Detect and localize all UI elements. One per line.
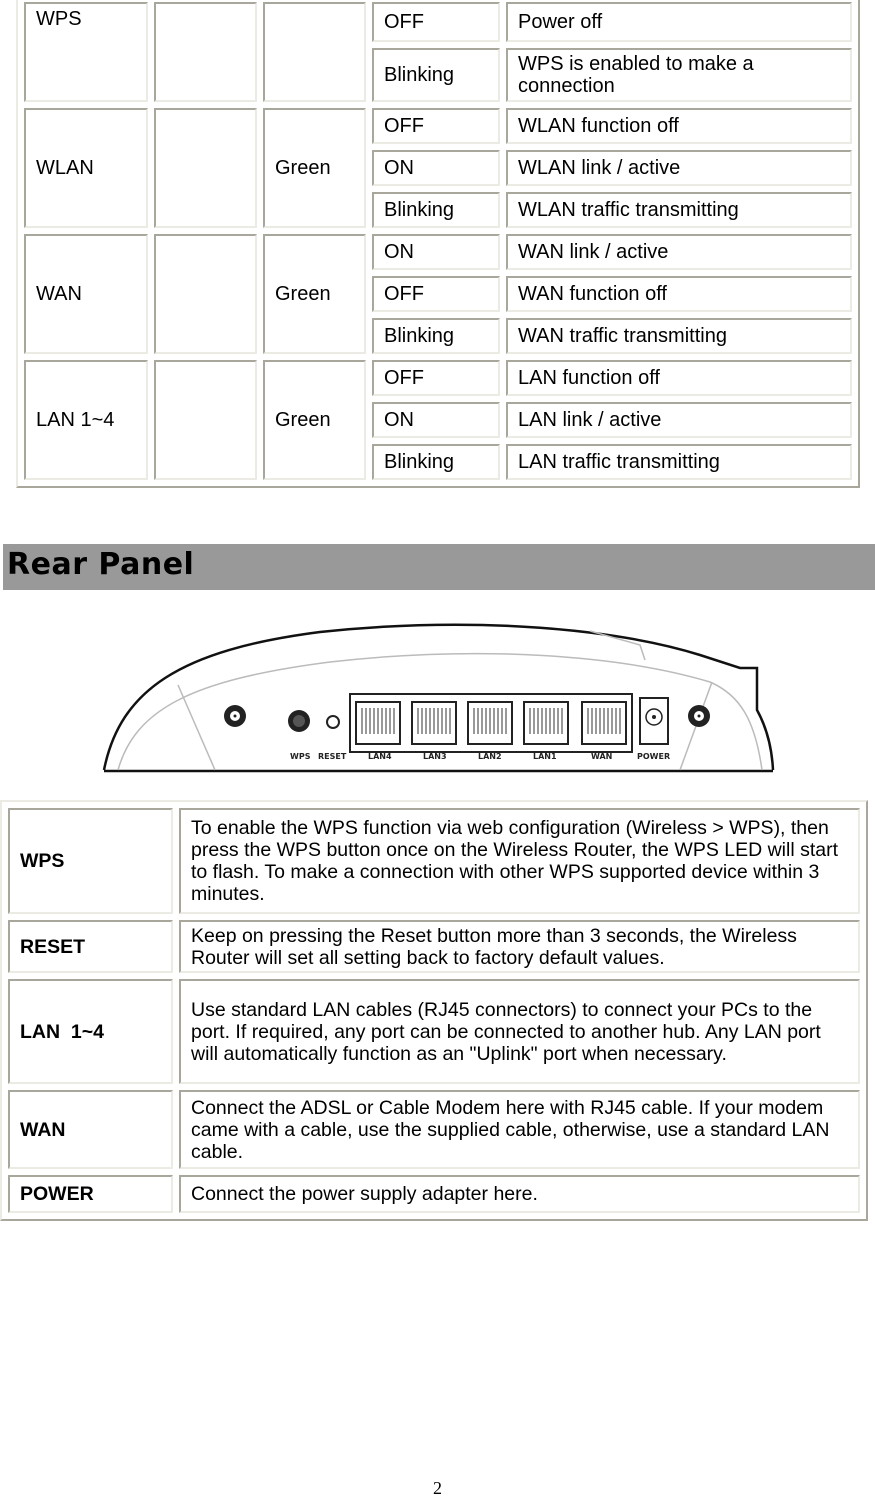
led-name: WLAN (24, 108, 148, 228)
led-description: WLAN function off (506, 108, 852, 144)
table-row: ON LAN link / active (24, 402, 852, 438)
led-state: Blinking (372, 48, 500, 102)
led-empty-cell (154, 108, 257, 228)
table-row: Blinking WLAN traffic transmitting (24, 192, 852, 228)
port-label: LAN4 (368, 752, 392, 761)
wps-button-icon (288, 710, 310, 732)
port-name: WPS (8, 808, 173, 914)
table-row: LAN 1~4 Green OFF LAN function off (24, 360, 852, 480)
port-label: POWER (637, 752, 670, 761)
port-label: LAN1 (533, 752, 557, 761)
led-empty-cell (154, 360, 257, 480)
port-label: RESET (318, 752, 347, 761)
led-empty-cell (154, 234, 257, 354)
led-description: WLAN traffic transmitting (506, 192, 852, 228)
port-name: WAN (8, 1090, 173, 1169)
rear-panel-ports-table: WPS To enable the WPS function via web c… (0, 800, 868, 1221)
led-state: ON (372, 234, 500, 270)
table-row: OFF WAN function off (24, 276, 852, 312)
port-name: LAN 1~4 (8, 979, 173, 1084)
table-row: Blinking WAN traffic transmitting (24, 318, 852, 354)
led-name: LAN 1~4 (24, 360, 148, 480)
power-jack-icon (639, 697, 669, 745)
port-label: WAN (591, 752, 612, 761)
port-name: RESET (8, 920, 173, 973)
led-description: WPS is enabled to make a connection (506, 48, 852, 102)
router-rear-panel-image: WPS RESET LAN4 LAN3 LAN2 LAN1 WAN POWER (102, 623, 775, 773)
led-description: Power off (506, 2, 852, 42)
led-empty-cell (154, 2, 257, 102)
port-description: To enable the WPS function via web confi… (179, 808, 860, 914)
led-color: Green (263, 360, 366, 480)
ethernet-port-icon (355, 701, 627, 745)
led-description: WAN link / active (506, 234, 852, 270)
led-state: OFF (372, 360, 500, 396)
section-heading-bar: Rear Panel (3, 544, 875, 590)
table-row: POWER Connect the power supply adapter h… (8, 1175, 860, 1213)
port-description: Use standard LAN cables (RJ45 connectors… (179, 979, 860, 1084)
led-state: ON (372, 402, 500, 438)
table-row: ON WLAN link / active (24, 150, 852, 186)
led-state: OFF (372, 276, 500, 312)
table-row: RESET Keep on pressing the Reset button … (8, 920, 860, 973)
port-description: Connect the power supply adapter here. (179, 1175, 860, 1213)
led-state: Blinking (372, 444, 500, 480)
section-title: Rear Panel (7, 547, 195, 582)
table-row: WLAN Green OFF WLAN function off (24, 108, 852, 228)
led-state: OFF (372, 2, 500, 42)
antenna-connector-icon (688, 705, 710, 727)
led-color (263, 2, 366, 102)
table-row: WPS OFF Power off (24, 2, 852, 102)
page-number: 2 (433, 1478, 442, 1498)
led-color: Green (263, 234, 366, 354)
table-row: Blinking LAN traffic transmitting (24, 444, 852, 480)
led-name: WAN (24, 234, 148, 354)
port-label: WPS (290, 752, 311, 761)
led-state: ON (372, 150, 500, 186)
led-name: WPS (24, 2, 148, 102)
table-row: Blinking WPS is enabled to make a connec… (24, 48, 852, 102)
led-state: OFF (372, 108, 500, 144)
led-description: LAN function off (506, 360, 852, 396)
port-description: Connect the ADSL or Cable Modem here wit… (179, 1090, 860, 1169)
led-description: WAN traffic transmitting (506, 318, 852, 354)
led-description: WAN function off (506, 276, 852, 312)
led-description: WLAN link / active (506, 150, 852, 186)
table-row: WAN Connect the ADSL or Cable Modem here… (8, 1090, 860, 1169)
antenna-connector-icon (224, 705, 246, 727)
led-state: Blinking (372, 192, 500, 228)
led-status-table: WPS OFF Power off Blinking WPS is enable… (16, 0, 860, 488)
table-row: LAN 1~4 Use standard LAN cables (RJ45 co… (8, 979, 860, 1084)
table-row: WAN Green ON WAN link / active (24, 234, 852, 354)
led-description: LAN link / active (506, 402, 852, 438)
led-description: LAN traffic transmitting (506, 444, 852, 480)
led-state: Blinking (372, 318, 500, 354)
led-color: Green (263, 108, 366, 228)
table-row: WPS To enable the WPS function via web c… (8, 808, 860, 914)
port-name: POWER (8, 1175, 173, 1213)
port-label: LAN3 (423, 752, 447, 761)
reset-button-icon (326, 715, 340, 729)
port-label: LAN2 (478, 752, 502, 761)
port-description: Keep on pressing the Reset button more t… (179, 920, 860, 973)
